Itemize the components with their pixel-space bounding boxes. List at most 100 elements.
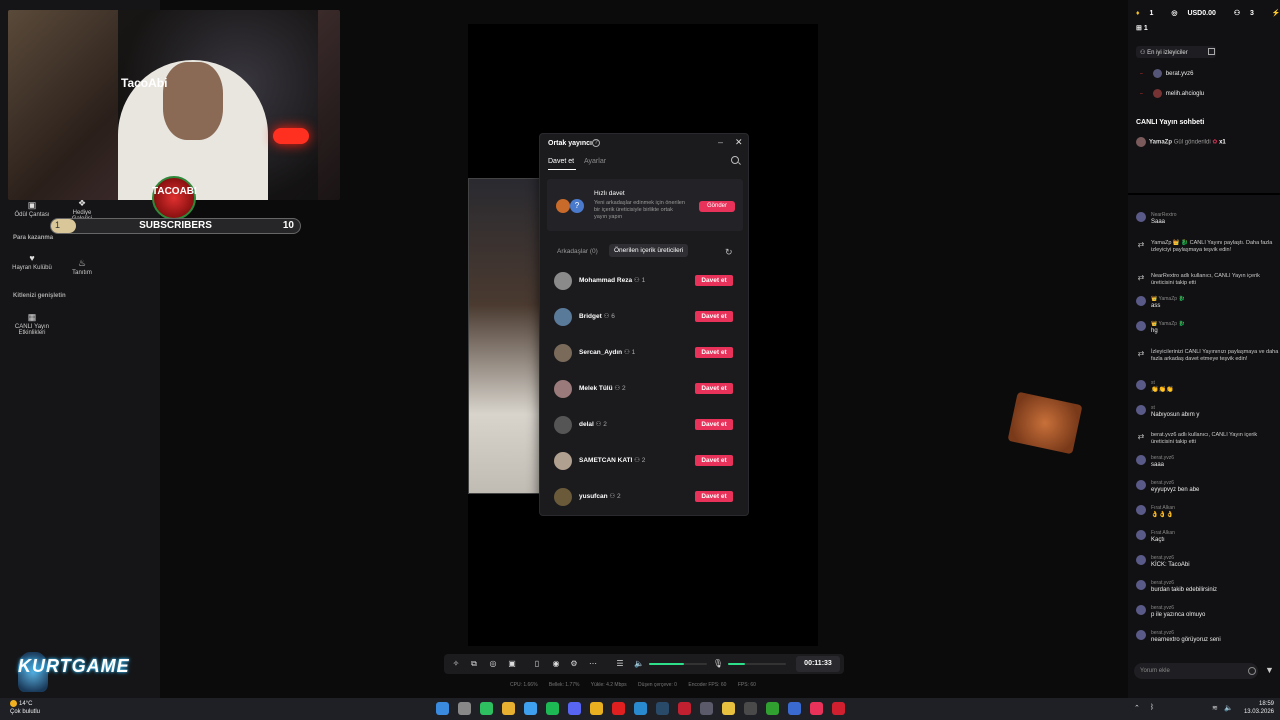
mixer-icon[interactable]: ☰	[614, 658, 626, 670]
app-icon[interactable]	[678, 702, 691, 715]
invite-button[interactable]: Davet et	[695, 275, 733, 286]
help-icon[interactable]: ?	[592, 139, 600, 147]
screen-icon[interactable]: ▣	[506, 658, 518, 670]
steam-icon[interactable]	[656, 702, 669, 715]
volume-icon[interactable]: 🔈	[1224, 704, 1233, 712]
live-events-item[interactable]: ▦ CANLI Yayın Etkinlikleri	[10, 312, 54, 336]
tab-suggested-creators[interactable]: Önerilen içerik üreticileri	[609, 244, 689, 257]
chat-username[interactable]: st	[1151, 380, 1155, 386]
opera-icon[interactable]	[612, 702, 625, 715]
xbox-icon[interactable]	[766, 702, 779, 715]
phone-icon[interactable]: ▯	[531, 658, 543, 670]
store-icon[interactable]	[788, 702, 801, 715]
weather-widget[interactable]: 14°C Çok bulutlu	[10, 700, 40, 716]
person-icon: ⚇	[603, 313, 610, 320]
speaker-volume-slider[interactable]	[649, 663, 707, 665]
comment-input[interactable]: Yorum ekle	[1134, 663, 1258, 679]
invite-button[interactable]: Davet et	[695, 347, 733, 358]
spotify-icon[interactable]	[546, 702, 559, 715]
chat-username[interactable]: berat.yvz6	[1151, 580, 1174, 586]
person-icon: ⚇	[634, 457, 640, 464]
recorder-icon[interactable]	[832, 702, 845, 715]
tab-settings[interactable]: Ayarlar	[584, 158, 606, 165]
mic-volume-slider[interactable]	[728, 663, 786, 665]
notes-icon[interactable]	[722, 702, 735, 715]
invite-button[interactable]: Davet et	[695, 491, 733, 502]
microphone-icon[interactable]: 🎙	[712, 658, 724, 670]
camera-settings-icon[interactable]: ◎	[487, 658, 499, 670]
chat-username[interactable]: NearRextro	[1151, 212, 1177, 218]
system-clock[interactable]: 18:59 13.03.2026	[1240, 700, 1274, 716]
bluetooth-icon[interactable]: ᛒ	[1150, 704, 1154, 711]
refresh-icon[interactable]: ↻	[725, 247, 733, 258]
speaker-icon[interactable]: 🔈	[633, 658, 645, 670]
promotion-label: Tanıtım	[72, 270, 92, 276]
chat-text: 👌👌👌	[1151, 512, 1174, 518]
whatsapp-icon[interactable]	[480, 702, 493, 715]
chat-username[interactable]: berat.yvz6	[1151, 605, 1174, 611]
right-panel: ♦ 1 ◎ USD0.00 ⚇ 3 ⚡ 2 ♡ 27 ⊞ 1 ⚇ En iyi …	[1128, 0, 1280, 698]
creator-name: delal ⚇ 2	[579, 421, 607, 428]
tab-invite[interactable]: Davet et	[548, 158, 574, 165]
task-view-icon[interactable]	[458, 702, 471, 715]
invite-button[interactable]: Davet et	[695, 455, 733, 466]
chat-username[interactable]: berat.yvz6	[1151, 480, 1174, 486]
viewers-stat: ⚇ 3	[1233, 10, 1254, 17]
tiktok-live-icon[interactable]	[810, 702, 823, 715]
search-icon[interactable]	[731, 156, 739, 164]
calculator-icon[interactable]	[744, 702, 757, 715]
record-icon[interactable]: ◉	[550, 658, 562, 670]
wifi-icon[interactable]: ≋	[1212, 704, 1218, 712]
person-icon: ⚇	[1140, 50, 1146, 56]
chat-username[interactable]: berat.yvz6	[1151, 455, 1174, 461]
creator-name: Sercan_Aydın ⚇ 1	[579, 349, 636, 356]
avatar	[1152, 89, 1162, 98]
close-icon[interactable]: ✕	[735, 137, 743, 148]
invite-button[interactable]: Davet et	[695, 311, 733, 322]
effects-icon[interactable]: ✧	[450, 658, 462, 670]
send-arrow-icon[interactable]: ▼	[1265, 665, 1274, 675]
invite-button[interactable]: Davet et	[695, 383, 733, 394]
send-button[interactable]: Gönder	[699, 201, 735, 212]
bluestacks-icon[interactable]	[524, 702, 537, 715]
windows-start-icon[interactable]	[436, 702, 449, 715]
edge-icon[interactable]	[634, 702, 647, 715]
avatar	[1136, 480, 1146, 490]
avatar	[554, 416, 572, 434]
chat-username[interactable]: berat.yvz6	[1151, 630, 1174, 636]
chat-username[interactable]: st	[1151, 405, 1155, 411]
promotion-item[interactable]: ♨ Tanıtım	[62, 258, 102, 276]
list-icon[interactable]	[1208, 48, 1215, 55]
chat-username[interactable]: 👑 YamaZp 🐉	[1151, 321, 1185, 327]
chat-username[interactable]: 👑 YamaZp 🐉	[1151, 296, 1185, 302]
windows-taskbar: 14°C Çok bulutlu ⌃ ᛒ ≋ 🔈 18:59 13.03.202…	[0, 698, 1280, 720]
live-events-label: CANLI Yayın Etkinlikleri	[14, 324, 50, 336]
chat-username[interactable]: Fırat Alkan	[1151, 530, 1175, 536]
tab-friends[interactable]: Arkadaşlar (0)	[557, 248, 598, 255]
discord-icon[interactable]	[568, 702, 581, 715]
settings-app-icon[interactable]	[700, 702, 713, 715]
avatar	[1136, 555, 1146, 565]
fan-club-item[interactable]: ♥ Hayran Kulübü	[12, 253, 52, 271]
layout-icon[interactable]: ⧉	[468, 658, 480, 670]
more-icon[interactable]: ⋯	[587, 658, 599, 670]
reward-bag-item[interactable]: ▣ Ödül Çantası	[10, 200, 54, 218]
chrome-icon[interactable]	[590, 702, 603, 715]
chat-text: Kaçtı	[1151, 537, 1165, 543]
dropped-frames-stat: Düşen çerçeve: 0	[638, 682, 677, 688]
top-viewer-2[interactable]: – melih.ahcioglu	[1140, 89, 1204, 98]
invite-button[interactable]: Davet et	[695, 419, 733, 430]
gear-icon[interactable]: ⚙	[568, 658, 580, 670]
top-viewer-1[interactable]: – berat.yvz6	[1140, 69, 1193, 78]
chevron-up-icon[interactable]: ⌃	[1134, 704, 1140, 712]
avatar	[1136, 212, 1146, 222]
chat-text: nearnextro görüyoruz seni	[1151, 637, 1221, 643]
chat-username[interactable]: Fırat Alkan	[1151, 505, 1175, 511]
file-explorer-icon[interactable]	[502, 702, 515, 715]
chat-text: p ile yazınca olmuyo	[1151, 612, 1206, 618]
creator-row: Sercan_Aydın ⚇ 1 Davet et	[554, 343, 738, 363]
top-viewers-button[interactable]: ⚇ En iyi izleyiciler	[1136, 46, 1216, 58]
minimize-icon[interactable]: –	[718, 137, 723, 147]
emoji-icon[interactable]	[1248, 667, 1256, 675]
chat-username[interactable]: berat.yvz6	[1151, 555, 1174, 561]
